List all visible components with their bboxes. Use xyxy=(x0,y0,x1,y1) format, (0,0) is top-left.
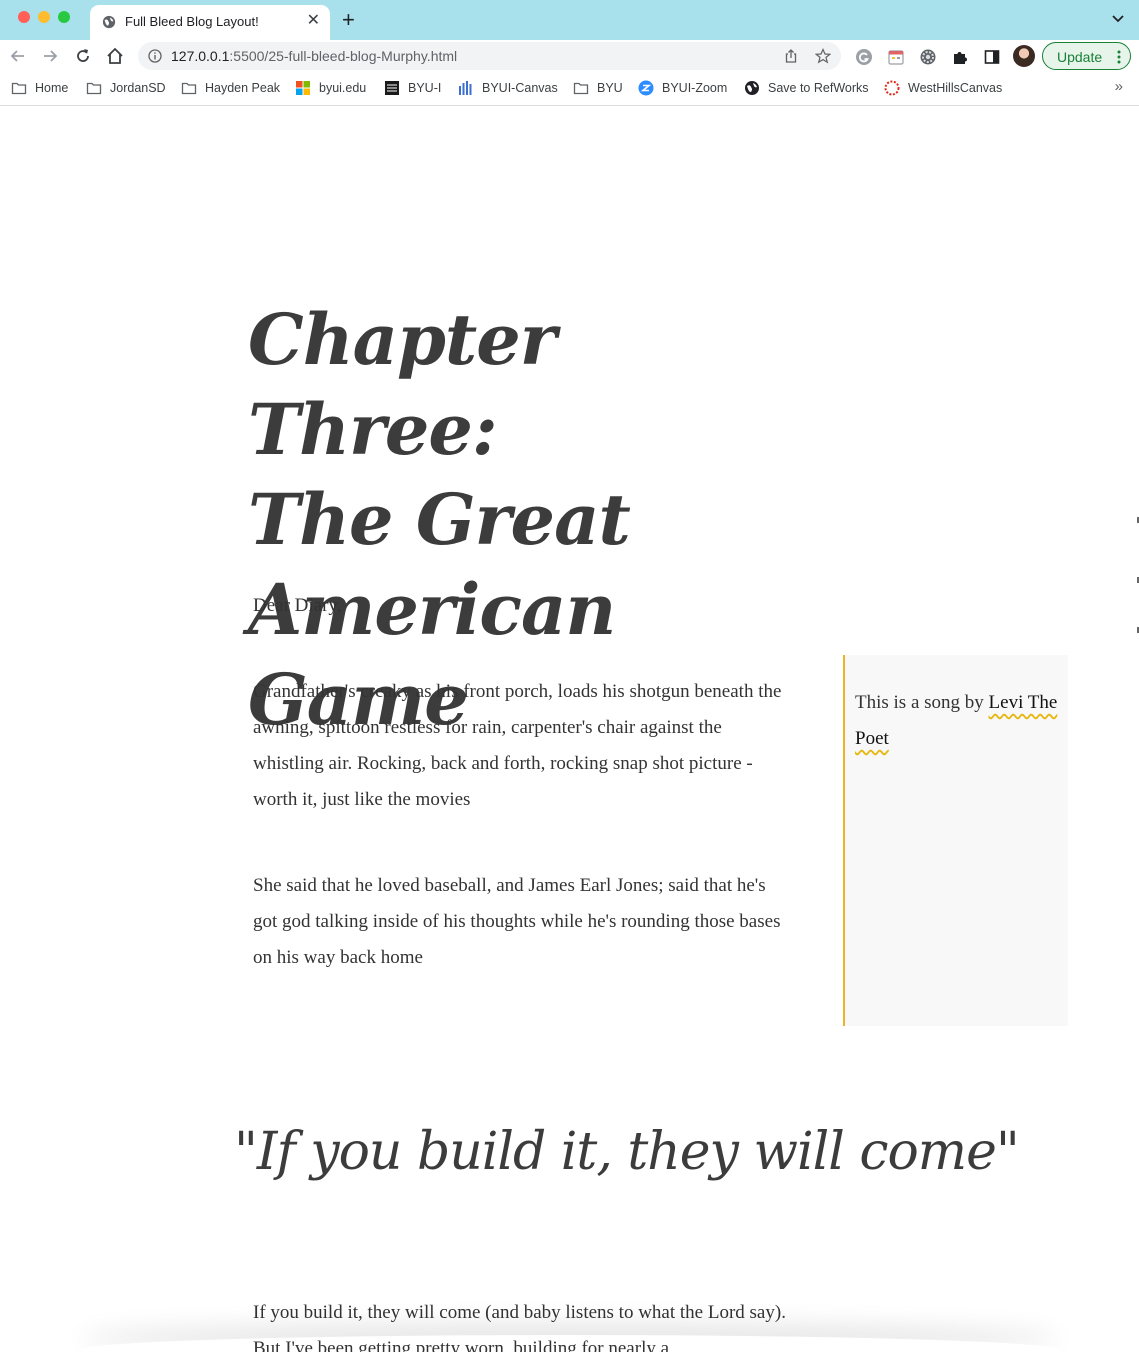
bookmark-label: Save to RefWorks xyxy=(768,81,869,95)
info-icon[interactable] xyxy=(148,49,162,63)
new-tab-icon[interactable]: + xyxy=(342,8,355,32)
folder-icon xyxy=(573,82,589,95)
bookmark-label: Hayden Peak xyxy=(205,81,281,95)
paragraph-1: Grandfather's creaky as his front porch,… xyxy=(253,681,782,810)
chevron-down-icon[interactable] xyxy=(1111,12,1125,26)
address-bar[interactable]: 127.0.0.1:5500/25-full-bleed-blog-Murphy… xyxy=(138,42,841,70)
greeting-text: Dear Diary, xyxy=(253,595,342,616)
home-icon[interactable] xyxy=(105,46,125,66)
bookmark-label: JordanSD xyxy=(110,81,166,95)
title-line: The Great xyxy=(248,478,631,561)
sidebar-prefix: This is a song by xyxy=(855,692,989,713)
extensions-puzzle-icon[interactable] xyxy=(951,48,969,66)
browser-toolbar: 127.0.0.1:5500/25-full-bleed-blog-Murphy… xyxy=(0,40,1139,72)
more-bookmarks-icon[interactable]: » xyxy=(1115,78,1123,95)
share-icon[interactable] xyxy=(783,48,799,64)
reload-icon[interactable] xyxy=(73,46,93,66)
bookmark-label: BYU-I xyxy=(408,81,442,95)
folder-icon xyxy=(11,82,27,95)
forward-arrow-icon[interactable] xyxy=(40,46,60,66)
bookmark-label: WestHillsCanvas xyxy=(908,81,1003,95)
bookmark-star-icon[interactable] xyxy=(815,48,831,64)
pull-quote: "If you build it, they will come" xyxy=(234,1122,1020,1182)
back-arrow-icon[interactable] xyxy=(8,46,28,66)
web-page: Chapter Three: The Great American Game D… xyxy=(0,107,1139,1352)
update-label: Update xyxy=(1057,49,1103,65)
sidebar-text: This is a song by Levi The Poet xyxy=(855,685,1060,757)
close-window-button[interactable] xyxy=(18,11,30,23)
bars-icon xyxy=(459,81,472,95)
bookmark-label: Home xyxy=(35,81,69,95)
sidebar-note: This is a song by Levi The Poet xyxy=(843,655,1068,1026)
zoom-icon xyxy=(638,80,654,96)
gear-extension-icon[interactable] xyxy=(919,48,937,66)
title-line: Chapter Three: xyxy=(248,298,557,471)
grammarly-icon[interactable] xyxy=(855,48,873,66)
update-button[interactable]: Update xyxy=(1042,42,1131,70)
bookmarks-bar: Home JordanSD Hayden Peak byui.edu BYU-I… xyxy=(0,72,1139,106)
tab-title: Full Bleed Blog Layout! xyxy=(125,14,259,29)
tab-bar: Full Bleed Blog Layout! ✕ + xyxy=(0,0,1139,40)
bookmark-label: BYUI-Zoom xyxy=(662,81,728,95)
url-text: 127.0.0.1:5500/25-full-bleed-blog-Murphy… xyxy=(171,48,457,64)
paragraph-2: She said that he loved baseball, and Jam… xyxy=(253,875,781,968)
close-tab-icon[interactable]: ✕ xyxy=(307,12,320,30)
microsoft-icon xyxy=(296,81,310,95)
fullscreen-window-button[interactable] xyxy=(58,11,70,23)
minimize-window-button[interactable] xyxy=(38,11,50,23)
more-vertical-icon xyxy=(1117,50,1121,64)
bookmark-label: BYUI-Canvas xyxy=(482,81,558,95)
side-panel-icon[interactable] xyxy=(983,48,1001,66)
byu-icon xyxy=(385,81,399,95)
bookmark-label: byui.edu xyxy=(319,81,367,95)
profile-avatar[interactable] xyxy=(1013,45,1035,67)
globe-icon xyxy=(745,81,759,95)
calendar-extension-icon[interactable] xyxy=(887,48,905,66)
url-host: 127.0.0.1 xyxy=(171,48,230,64)
bottom-shadow xyxy=(80,1335,1060,1352)
globe-icon xyxy=(102,15,116,29)
url-path: :5500/25-full-bleed-blog-Murphy.html xyxy=(229,48,458,64)
bookmark-label: BYU xyxy=(597,81,623,95)
folder-icon xyxy=(181,82,197,95)
tab-active[interactable]: Full Bleed Blog Layout! ✕ xyxy=(90,5,330,40)
folder-icon xyxy=(86,82,102,95)
canvas-icon xyxy=(884,80,900,96)
